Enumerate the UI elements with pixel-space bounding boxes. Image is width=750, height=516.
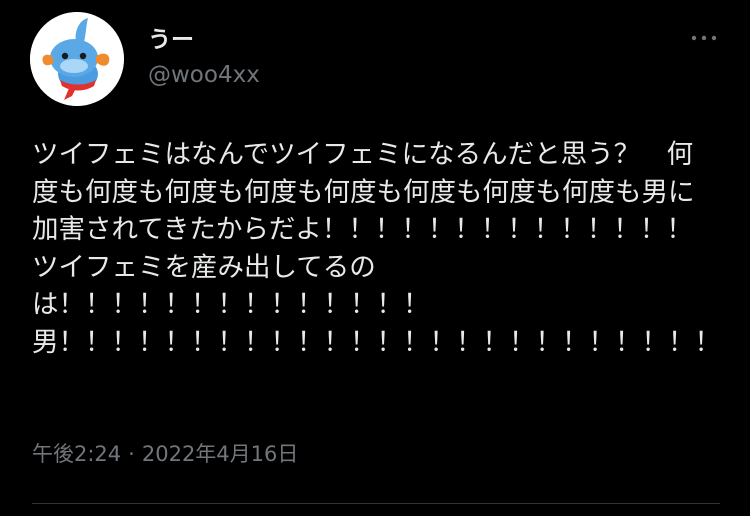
divider	[32, 503, 720, 504]
more-options-icon[interactable]	[690, 28, 720, 48]
user-handle[interactable]: @woo4xx	[148, 62, 260, 88]
tweet-date[interactable]: 2022年4月16日	[142, 442, 299, 466]
display-name[interactable]: うー	[148, 20, 194, 54]
avatar[interactable]	[30, 12, 124, 106]
meta-separator: ·	[128, 442, 135, 466]
tweet-timestamp: 午後2:24 · 2022年4月16日	[32, 438, 298, 468]
tweet-detail: うー @woo4xx ツイフェミはなんでツイフェミになるんだと思う？ 何度も何度…	[0, 0, 750, 516]
tweet-time[interactable]: 午後2:24	[32, 442, 121, 466]
tweet-text: ツイフェミはなんでツイフェミになるんだと思う？ 何度も何度も何度も何度も何度も何…	[32, 139, 721, 358]
mudkip-avatar-icon	[30, 12, 124, 106]
